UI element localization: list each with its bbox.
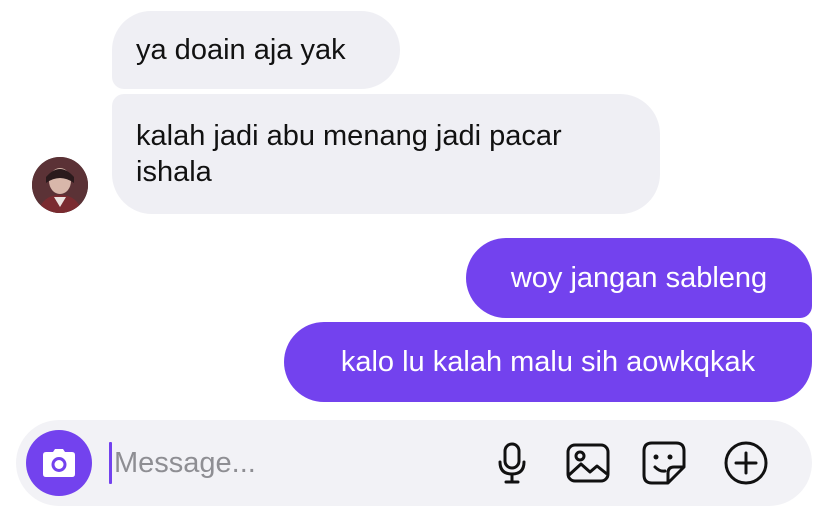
outgoing-message-bubble[interactable]: woy jangan sableng [466, 238, 812, 318]
message-text: ya doain aja yak [136, 34, 346, 66]
message-composer [16, 420, 812, 506]
outgoing-message-bubble[interactable]: kalo lu kalah malu sih aowkqkak [284, 322, 812, 402]
text-cursor [109, 442, 112, 484]
camera-button[interactable] [26, 430, 92, 496]
message-text: woy jangan sableng [510, 262, 768, 294]
incoming-message-bubble[interactable]: kalah jadi abu menang jadi pacar ishala [112, 94, 660, 214]
sticker-button[interactable] [640, 439, 688, 487]
plus-icon [724, 441, 768, 485]
microphone-button[interactable] [488, 439, 536, 487]
avatar-photo [32, 157, 88, 213]
camera-icon [43, 449, 75, 477]
more-options-button[interactable] [722, 439, 770, 487]
message-text: kalah jadi abu menang jadi pacar ishala [136, 120, 562, 188]
image-icon [566, 443, 610, 483]
gallery-button[interactable] [564, 439, 612, 487]
message-input[interactable] [108, 442, 474, 484]
incoming-message-bubble[interactable]: ya doain aja yak [112, 11, 400, 89]
sticker-icon [642, 441, 686, 485]
message-text: kalo lu kalah malu sih aowkqkak [340, 346, 756, 378]
microphone-icon [498, 442, 526, 484]
avatar[interactable] [32, 157, 88, 213]
